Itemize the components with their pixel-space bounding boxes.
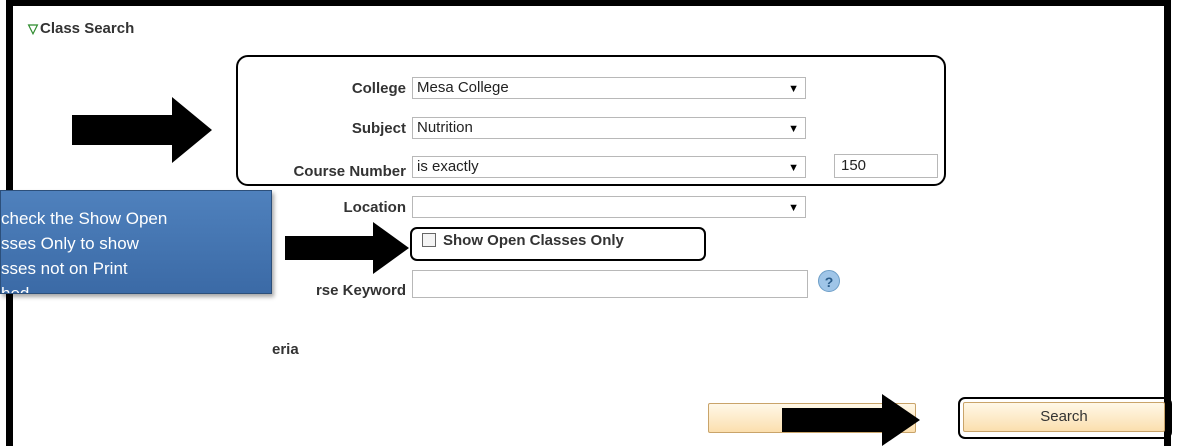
- course-number-operator-select[interactable]: is exactly ▼: [412, 156, 806, 178]
- show-open-classes-checkbox[interactable]: [422, 233, 436, 247]
- subject-select[interactable]: Nutrition ▼: [412, 117, 806, 139]
- note-line: check the Show Open: [1, 209, 168, 228]
- arrow-right-icon: [285, 222, 409, 274]
- help-icon[interactable]: ?: [818, 270, 840, 292]
- note-line: sses not on Print: [1, 259, 128, 278]
- course-number-operator-value: is exactly: [417, 158, 479, 175]
- additional-criteria-label[interactable]: eria: [272, 341, 299, 358]
- college-label: College: [351, 80, 406, 97]
- subject-label: Subject: [351, 120, 406, 137]
- course-keyword-input[interactable]: [412, 270, 808, 298]
- location-select[interactable]: ▼: [412, 196, 806, 218]
- instruction-note: check the Show Open sses Only to show ss…: [0, 190, 272, 294]
- chevron-down-icon: ▼: [788, 162, 799, 174]
- college-select-value: Mesa College: [417, 79, 509, 96]
- college-select[interactable]: Mesa College ▼: [412, 77, 806, 99]
- show-open-classes-label: Show Open Classes Only: [443, 232, 624, 249]
- note-line: sses Only to show: [1, 234, 139, 253]
- section-header[interactable]: ▽ Class Search: [28, 20, 134, 37]
- chevron-down-icon: ▼: [788, 83, 799, 95]
- note-line: hed.: [1, 284, 35, 294]
- arrow-right-icon: [782, 394, 920, 446]
- chevron-down-icon: ▼: [788, 123, 799, 135]
- subject-select-value: Nutrition: [417, 119, 473, 136]
- course-keyword-label: rse Keyword: [315, 282, 406, 299]
- expand-triangle-icon[interactable]: ▽: [28, 21, 38, 36]
- chevron-down-icon: ▼: [788, 202, 799, 214]
- section-title: Class Search: [40, 20, 135, 37]
- course-number-input[interactable]: 150: [834, 154, 938, 178]
- search-button[interactable]: Search: [963, 402, 1165, 432]
- arrow-right-icon: [72, 97, 212, 163]
- location-label: Location: [343, 199, 407, 216]
- course-number-label: Course Number: [293, 163, 406, 180]
